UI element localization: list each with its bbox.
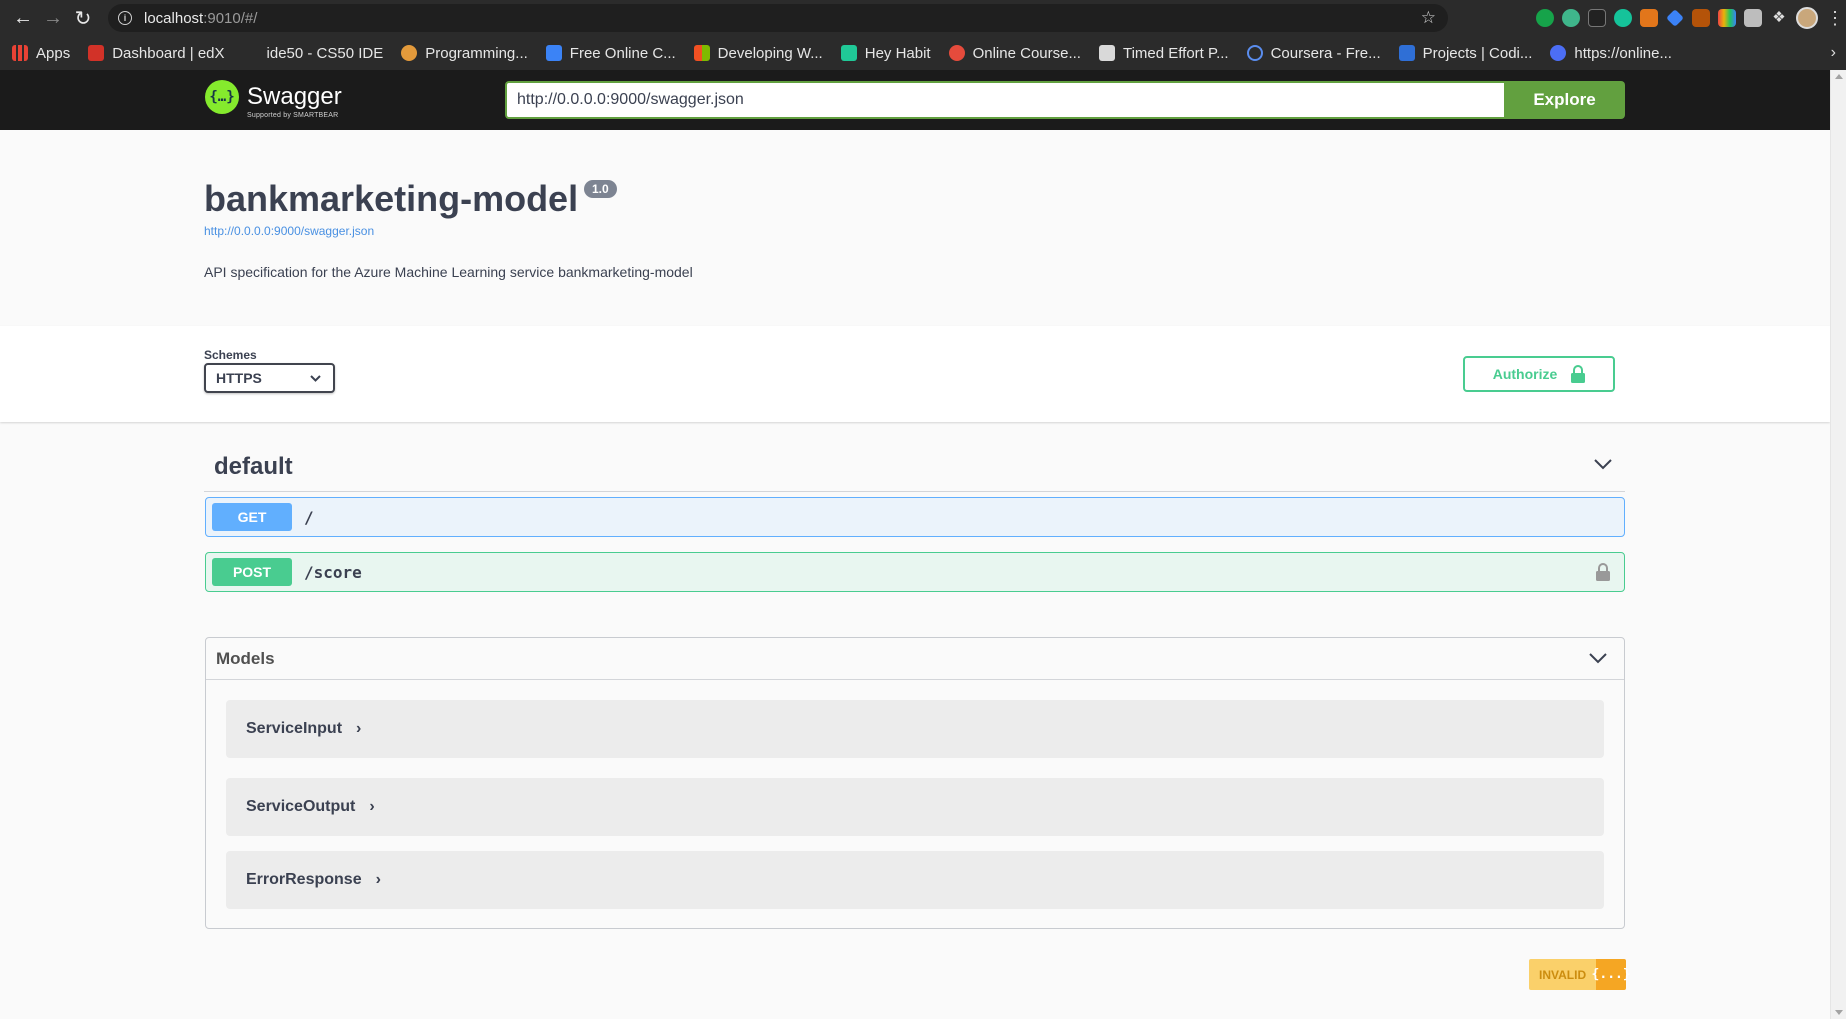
- model-name: ErrorResponse: [246, 871, 362, 888]
- version-badge: 1.0: [584, 180, 617, 198]
- bookmarks-bar: Apps Dashboard | edX ide50 - CS50 IDE Pr…: [0, 38, 1846, 68]
- back-icon[interactable]: ←: [8, 3, 38, 33]
- lock-icon[interactable]: [1596, 563, 1610, 581]
- trello-icon: [1098, 45, 1115, 61]
- forward-icon[interactable]: →: [38, 3, 68, 33]
- api-title: bankmarketing-model: [204, 178, 579, 219]
- chevron-down-icon[interactable]: [1588, 652, 1608, 664]
- page-scrollbar[interactable]: [1830, 70, 1846, 1019]
- swagger-logo[interactable]: {…} Swagger Supported by SMARTBEAR: [205, 80, 342, 119]
- address-url[interactable]: localhost:9010/#/: [144, 10, 257, 27]
- validator-label: INVALID: [1529, 959, 1597, 990]
- chevron-down-icon[interactable]: [1593, 458, 1613, 470]
- coursera-icon: [1246, 45, 1263, 61]
- microsoft-icon: [693, 45, 710, 61]
- model-item[interactable]: ErrorResponse ›: [226, 851, 1604, 909]
- extension-icon[interactable]: [1666, 9, 1684, 27]
- api-description: API specification for the Azure Machine …: [204, 264, 693, 280]
- operation-path: /score: [304, 562, 362, 582]
- model-name: ServiceInput: [246, 720, 343, 737]
- cookie-icon: [401, 45, 418, 61]
- models-header[interactable]: Models: [206, 638, 1624, 680]
- bookmark-coursera[interactable]: Coursera - Fre...: [1246, 45, 1381, 62]
- s-icon: [1550, 45, 1567, 61]
- extension-icon[interactable]: [1692, 9, 1710, 27]
- model-item[interactable]: ServiceInput ›: [226, 700, 1604, 758]
- apps-grid-icon: [12, 45, 28, 61]
- bookmark-hey-habit[interactable]: Hey Habit: [840, 45, 931, 62]
- udacity-icon: [948, 45, 965, 61]
- puzzle-icon[interactable]: ❖: [1770, 9, 1788, 27]
- api-info: bankmarketing-model 1.0 http://0.0.0.0:9…: [204, 178, 1624, 280]
- menu-kebab-icon[interactable]: ⋮: [1826, 8, 1844, 29]
- bookmark-projects[interactable]: Projects | Codi...: [1398, 45, 1532, 62]
- udemy-icon: [545, 45, 562, 61]
- swagger-topbar: {…} Swagger Supported by SMARTBEAR Explo…: [0, 70, 1830, 130]
- validator-badge[interactable]: INVALID {...}: [1529, 959, 1631, 990]
- spec-link[interactable]: http://0.0.0.0:9000/swagger.json: [204, 224, 1624, 238]
- bookmark-free-online[interactable]: Free Online C...: [545, 45, 676, 62]
- bookmark-programming[interactable]: Programming...: [401, 45, 528, 62]
- models-title: Models: [216, 648, 275, 668]
- bookmarks-overflow-icon[interactable]: ›: [1831, 44, 1836, 62]
- bookmark-cs50-ide[interactable]: ide50 - CS50 IDE: [243, 45, 384, 62]
- authorize-label: Authorize: [1492, 366, 1558, 382]
- tag-section-header[interactable]: default: [204, 444, 1625, 492]
- bookmark-timed-effort[interactable]: Timed Effort P...: [1098, 45, 1229, 62]
- schemes-select[interactable]: HTTPS: [204, 363, 335, 393]
- address-bar[interactable]: i localhost:9010/#/ ☆: [108, 4, 1448, 32]
- bookmark-online-s[interactable]: https://online...: [1550, 45, 1672, 62]
- chevron-down-icon: [310, 374, 321, 382]
- tag-title: default: [214, 453, 293, 480]
- schemes-label: Schemes: [204, 348, 257, 362]
- bookmark-developing[interactable]: Developing W...: [693, 45, 823, 62]
- profile-avatar[interactable]: [1796, 7, 1818, 29]
- bookmark-online-course[interactable]: Online Course...: [948, 45, 1081, 62]
- model-name: ServiceOutput: [246, 798, 356, 815]
- grammarly-icon[interactable]: [1614, 9, 1632, 27]
- operation-path: /: [304, 507, 314, 527]
- operation-post-score[interactable]: POST /score: [205, 552, 1625, 592]
- chevron-right-icon[interactable]: ›: [369, 798, 374, 816]
- extension-icon[interactable]: [1718, 9, 1736, 27]
- extensions-area: ❖ ⋮: [1536, 7, 1844, 29]
- model-item[interactable]: ServiceOutput ›: [226, 778, 1604, 836]
- method-badge-get: GET: [212, 503, 292, 531]
- reload-icon[interactable]: ↻: [68, 3, 98, 33]
- scheme-container: Schemes HTTPS Authorize: [0, 326, 1830, 422]
- bookmark-star-icon[interactable]: ☆: [1421, 8, 1436, 28]
- extension-icon[interactable]: [1536, 9, 1554, 27]
- bookmark-edx[interactable]: Dashboard | edX: [88, 45, 225, 62]
- method-badge-post: POST: [212, 558, 292, 586]
- codio-icon: [1398, 45, 1415, 61]
- extension-icon[interactable]: [1744, 9, 1762, 27]
- habit-icon: [840, 45, 857, 61]
- logo-text: Swagger: [247, 83, 342, 110]
- edx-icon: [88, 45, 105, 61]
- bookmark-apps[interactable]: Apps: [12, 45, 70, 62]
- authorize-button[interactable]: Authorize: [1463, 356, 1615, 392]
- chevron-right-icon[interactable]: ›: [376, 871, 381, 889]
- braces-icon: {...}: [1592, 959, 1631, 990]
- browser-chrome: ← → ↻ i localhost:9010/#/ ☆ ❖ ⋮ Apps Das…: [0, 0, 1846, 70]
- explore-button[interactable]: Explore: [1504, 81, 1625, 119]
- scroll-up-icon[interactable]: [1835, 74, 1843, 79]
- extension-icon[interactable]: [1588, 9, 1606, 27]
- chevron-right-icon[interactable]: ›: [356, 720, 361, 738]
- spec-url-input[interactable]: [505, 81, 1504, 119]
- logo-subtext: Supported by SMARTBEAR: [247, 112, 339, 119]
- extension-icon[interactable]: [1562, 9, 1580, 27]
- schemes-selected-value: HTTPS: [216, 370, 262, 386]
- metamask-icon[interactable]: [1640, 9, 1658, 27]
- operation-get-root[interactable]: GET /: [205, 497, 1625, 537]
- scroll-down-icon[interactable]: [1835, 1010, 1843, 1015]
- blank-icon: [243, 45, 259, 61]
- site-info-icon[interactable]: i: [118, 11, 132, 25]
- swagger-logo-icon: {…}: [205, 80, 239, 114]
- models-section: Models ServiceInput › ServiceOutput › Er…: [205, 637, 1625, 929]
- unlocked-icon: [1571, 365, 1586, 383]
